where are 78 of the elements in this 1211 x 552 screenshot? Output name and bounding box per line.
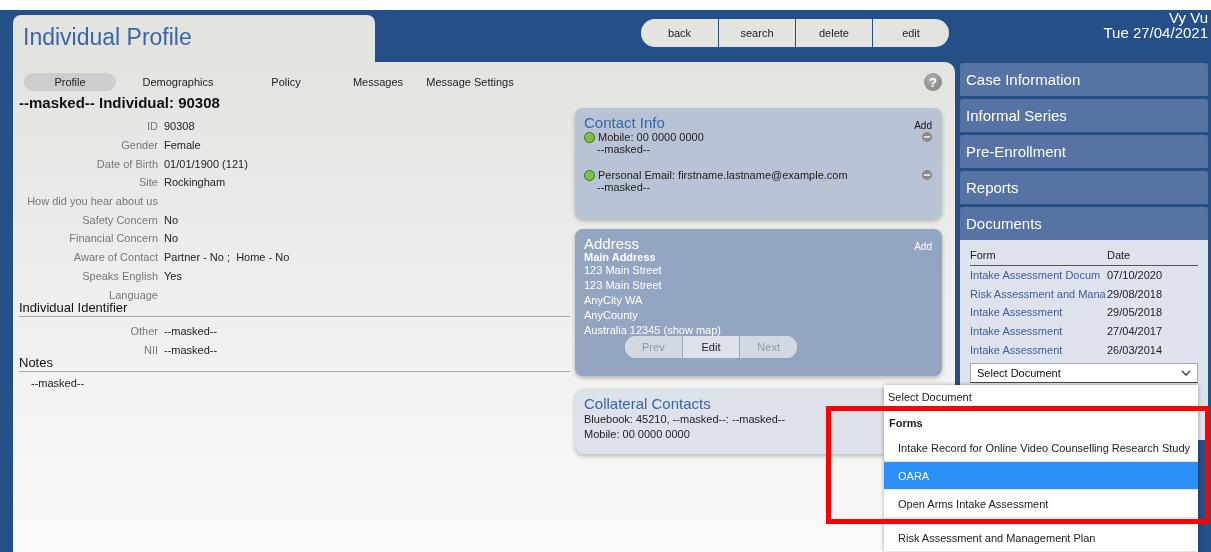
field-label: Language — [108, 288, 158, 301]
field-value: 01/01/1900 (121) — [164, 157, 248, 170]
remove-icon[interactable] — [922, 132, 932, 142]
field-label: ID — [146, 120, 158, 133]
field-label: Site — [138, 176, 158, 189]
address-name: Main Address — [584, 251, 657, 263]
field-label: Date of Birth — [95, 157, 158, 170]
select-document-field[interactable]: Select Document — [970, 363, 1198, 384]
contact-text: Personal Email: firstname.lastname@example.com — [598, 169, 848, 181]
tab[interactable]: Message Settings — [424, 73, 516, 91]
table-cell: 26/03/2014 — [1107, 343, 1163, 356]
tab[interactable]: Messages — [332, 73, 424, 91]
sidebar-item[interactable]: Documents — [960, 207, 1208, 240]
table-cell: 29/08/2018 — [1107, 287, 1163, 300]
field-label: Speaks English — [81, 269, 158, 282]
card-title: Contact Info — [584, 114, 665, 131]
document-link[interactable]: Intake Assessment Docum — [970, 269, 1107, 282]
document-link[interactable]: Intake Assessment — [970, 306, 1107, 319]
address-line: 123 Main Street — [584, 278, 663, 293]
field-value: No — [164, 213, 179, 226]
address-line: 123 Main Street — [584, 263, 663, 278]
field-value: Partner - No ; Home - No — [164, 251, 290, 264]
toolbar-button[interactable]: back — [641, 19, 718, 47]
document-link[interactable]: Risk Assessment and Mana — [970, 287, 1107, 300]
field-label: How did you hear about us — [26, 195, 158, 208]
dropdown-option[interactable]: Open Arms Intake Assessment — [884, 490, 1198, 518]
tab[interactable]: Demographics — [116, 73, 240, 91]
add-link[interactable]: Add — [914, 120, 932, 131]
sidebar-item[interactable]: Case Information — [960, 63, 1208, 96]
sidebar-item[interactable]: Informal Series — [960, 99, 1208, 132]
contact-note: --masked-- — [597, 181, 652, 193]
tab[interactable]: Profile — [24, 73, 116, 91]
contact-text: Mobile: 00 0000 0000 — [598, 131, 704, 143]
address-line: AnyCounty — [584, 308, 639, 323]
page-title: Individual Profile — [23, 24, 192, 50]
toolbar-button[interactable]: search — [718, 19, 795, 47]
dropdown-option[interactable]: Risk Assessment and Management Plan — [884, 524, 1198, 552]
collateral-text: Mobile: 00 0000 0000 — [584, 427, 690, 442]
field-label: Other — [129, 325, 158, 338]
field-label: NII — [142, 343, 158, 356]
column-header: Form — [970, 249, 997, 262]
table-cell: 07/10/2020 — [1107, 269, 1163, 282]
table-cell: 29/05/2018 — [1107, 306, 1163, 319]
field-label: Aware of Contact — [72, 251, 158, 264]
address-line: AnyCity WA — [584, 293, 644, 308]
address-line: Australia 12345 (show map) — [584, 323, 722, 338]
option-group-label: Forms — [888, 416, 924, 431]
field-value: Yes — [164, 269, 182, 282]
field-value: --masked-- — [164, 325, 218, 338]
column-header: Date — [1107, 249, 1131, 262]
notes-text: --masked-- — [31, 377, 86, 390]
field-label: Gender — [120, 139, 158, 152]
table-cell: 27/04/2017 — [1107, 325, 1163, 338]
field-label: Financial Concern — [68, 232, 158, 245]
dropdown-option[interactable]: Select Document — [884, 385, 1198, 406]
chevron-down-icon — [1181, 370, 1191, 377]
document-link[interactable]: Intake Assessment — [970, 325, 1107, 338]
contact-note: --masked-- — [597, 143, 652, 155]
field-value: Rockingham — [164, 176, 226, 189]
card-title: Collateral Contacts — [584, 395, 711, 412]
document-link[interactable]: Intake Assessment — [970, 343, 1107, 356]
field-value: No — [164, 232, 179, 245]
current-date: Tue 27/04/2021 — [1103, 25, 1208, 40]
toolbar-button[interactable]: delete — [795, 19, 872, 47]
sidebar-item[interactable]: Reports — [960, 171, 1208, 204]
toolbar-button[interactable]: edit — [872, 19, 949, 47]
individual-heading: --masked-- Individual: 90308 — [19, 94, 221, 111]
field-label: Safety Concern — [81, 213, 158, 226]
field-value: 90308 — [164, 120, 195, 133]
field-value: --masked-- — [164, 343, 218, 356]
sidebar-item[interactable]: Pre-Enrollment — [960, 135, 1208, 168]
card-title: Address — [584, 235, 640, 252]
section-heading: Notes — [19, 355, 570, 373]
dropdown-option[interactable]: Intake Record for Online Video Counselling Research Study — [884, 434, 1198, 462]
remove-icon[interactable] — [922, 170, 932, 180]
collateral-text: Bluebook: 45210, --masked--: --masked-- — [584, 412, 786, 427]
field-value: Female — [164, 139, 201, 152]
tab[interactable]: Policy — [240, 73, 332, 91]
